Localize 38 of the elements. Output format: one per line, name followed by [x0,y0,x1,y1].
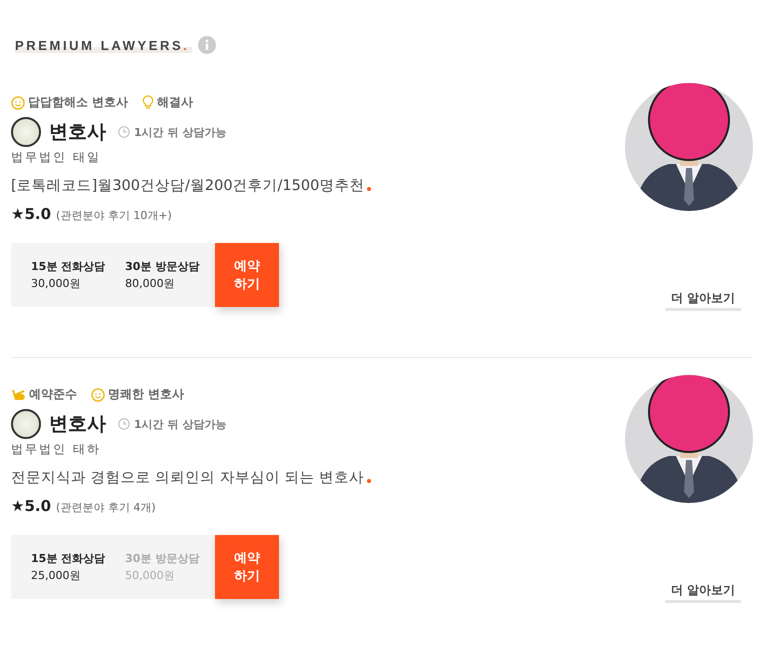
lawyer-name: 변호사 [49,120,106,145]
consult-type: 30분 방문상담 [125,551,200,566]
more-link[interactable]: 더 알아보기 [664,290,742,311]
consult-price: 50,000원 [125,568,176,583]
smile-icon [91,388,105,402]
consult-type: 15분 전화상담 [31,551,106,566]
firm-name: 법무법인 태하 [11,441,102,458]
clock-icon [118,126,130,138]
hand-icon [11,388,26,402]
rating-score: ★5.0 [11,205,52,223]
tag-label: 예약준수 [29,386,77,403]
consult-type: 30분 방문상담 [125,259,200,274]
dot-icon [367,187,372,191]
intro-text: [로톡레코드]월300건상담/월200건후기/1500명추천 [11,177,364,195]
dot-icon [367,479,372,483]
tag-label: 답답함해소 변호사 [28,94,128,111]
lawyer-name: 변호사 [49,412,106,437]
smile-icon [11,96,25,110]
tag-label: 명쾌한 변호사 [108,386,184,403]
lightbulb-icon [142,95,154,110]
consult-type: 15분 전화상담 [31,259,106,274]
intro-text: 전문지식과 경험으로 의뢰인의 자부심이 되는 변호사 [11,469,364,487]
tag-label: 해결사 [157,94,194,111]
availability-text: 1시간 뒤 상담가능 [134,416,226,432]
sticker-icon [11,409,41,439]
section-title: PREMIUM LAWYERS. [15,38,192,52]
consult-price: 80,000원 [125,276,176,291]
more-link[interactable]: 더 알아보기 [664,582,742,603]
firm-name: 법무법인 태일 [11,149,102,166]
clock-icon [118,418,130,430]
review-count: (관련분야 후기 4개) [56,500,156,515]
consult-price: 30,000원 [31,276,82,291]
review-count: (관련분야 후기 10개+) [56,208,172,223]
rating-score: ★5.0 [11,497,52,515]
consult-price: 25,000원 [31,568,82,583]
availability-text: 1시간 뒤 상담가능 [134,124,226,140]
info-icon[interactable] [198,36,216,54]
sticker-icon [11,117,41,147]
